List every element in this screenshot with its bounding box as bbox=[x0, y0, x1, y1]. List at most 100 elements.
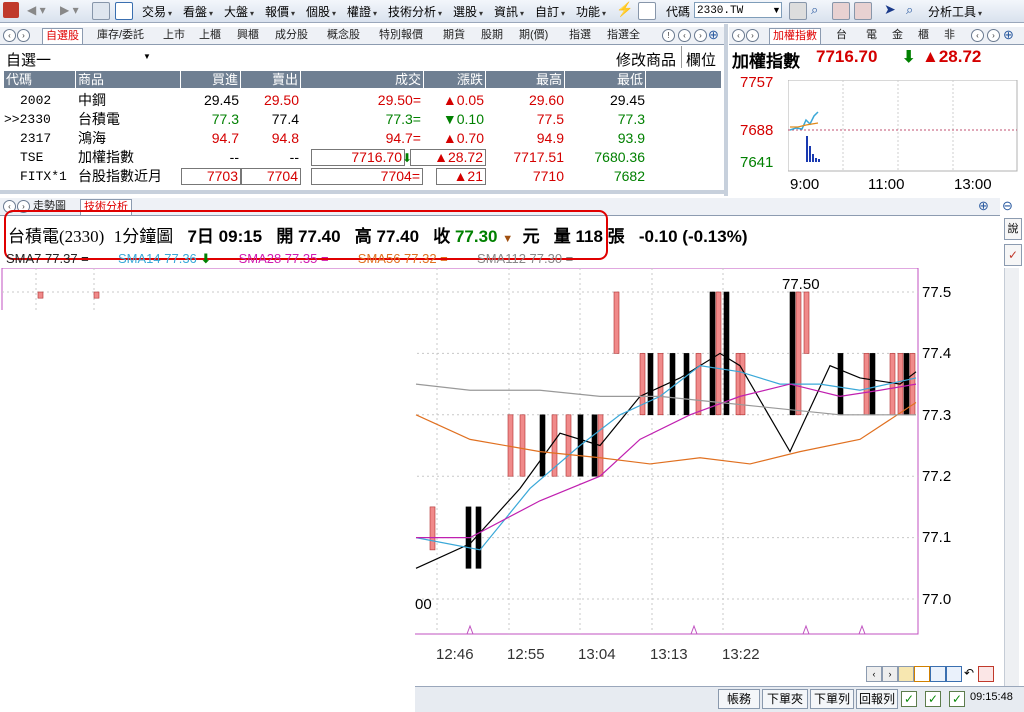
col-header-bid[interactable]: 買進 bbox=[181, 71, 241, 88]
window-icon[interactable] bbox=[115, 2, 133, 20]
vertical-scrollbar[interactable] bbox=[1004, 268, 1019, 686]
zoom-tool-icon[interactable] bbox=[930, 666, 946, 682]
chart-scroll-right-icon[interactable]: › bbox=[882, 666, 898, 682]
change-value: -0.10 (-0.13%) bbox=[638, 227, 748, 246]
panel-divider-vertical[interactable] bbox=[724, 24, 728, 196]
tab-scroll-left-icon[interactable]: ‹ bbox=[732, 29, 745, 42]
code-input[interactable]: 2330.TW bbox=[694, 2, 782, 18]
chart-scroll-left-icon[interactable]: ‹ bbox=[866, 666, 882, 682]
menu-stock[interactable]: 個股 ▾ bbox=[306, 3, 336, 20]
tab-otc-index[interactable]: 櫃 bbox=[915, 28, 932, 43]
tab-taiex[interactable]: 加權指數 bbox=[769, 28, 821, 44]
tab-index-options-all[interactable]: 指選全 bbox=[604, 28, 643, 43]
zoom-out-icon[interactable]: ⊖ bbox=[1002, 198, 1013, 214]
tab-electronics[interactable]: 電 bbox=[863, 28, 880, 43]
watchlist-dropdown-icon[interactable]: ▼ bbox=[143, 52, 151, 61]
report-bar-button[interactable]: 回報列 bbox=[856, 689, 898, 709]
col-header-low[interactable]: 最低 bbox=[565, 71, 646, 88]
col-header-last[interactable]: 成交 bbox=[301, 71, 424, 88]
search-icon[interactable]: ⌕ bbox=[811, 2, 818, 18]
tab-watchlist[interactable]: 自選股 bbox=[42, 28, 83, 44]
forward-icon[interactable]: ▶ ▾ bbox=[60, 3, 79, 17]
menu-watch[interactable]: 看盤 ▾ bbox=[183, 3, 213, 20]
account-button[interactable]: 帳務 bbox=[718, 689, 760, 709]
tab-next-icon[interactable]: › bbox=[694, 29, 707, 42]
tab-prev-icon[interactable]: ‹ bbox=[971, 29, 984, 42]
checkmark-icon[interactable]: ✓ bbox=[1004, 244, 1022, 266]
order-bar-button[interactable]: 下單列 bbox=[810, 689, 854, 709]
back-icon[interactable]: ◀ ▾ bbox=[27, 3, 46, 17]
menu-market[interactable]: 大盤 ▾ bbox=[224, 3, 254, 20]
indicator-tool-icon[interactable] bbox=[978, 666, 994, 682]
tab-finance[interactable]: 金 bbox=[889, 28, 906, 43]
zoom-in-icon[interactable]: ⊕ bbox=[1003, 27, 1014, 43]
alert-icon[interactable] bbox=[832, 2, 850, 20]
col-header-high[interactable]: 最高 bbox=[486, 71, 565, 88]
panel-divider[interactable] bbox=[0, 190, 724, 194]
notepad-icon[interactable] bbox=[638, 2, 656, 20]
tab-listed[interactable]: 上市 bbox=[160, 28, 188, 43]
table-row[interactable]: 2002 中鋼 29.45 29.50 29.50= ▲0.05 29.60 2… bbox=[4, 91, 722, 110]
tab-concept[interactable]: 概念股 bbox=[324, 28, 363, 43]
tab-non-electronic[interactable]: 非 bbox=[941, 28, 958, 43]
menu-screener[interactable]: 選股 ▾ bbox=[453, 3, 483, 20]
order-folder-button[interactable]: 下單夾 bbox=[762, 689, 808, 709]
menu-quote[interactable]: 報價 ▾ bbox=[265, 3, 295, 20]
table-row[interactable]: TSE 加權指數 -- -- 7716.70 ⬇ ▲28.72 7717.51 … bbox=[4, 148, 722, 167]
menu-info[interactable]: 資訊 ▾ bbox=[494, 3, 524, 20]
tab-emerging[interactable]: 興櫃 bbox=[234, 28, 262, 43]
tab-futures[interactable]: 期貨 bbox=[440, 28, 468, 43]
tab-otc[interactable]: 上櫃 bbox=[196, 28, 224, 43]
menu-trade[interactable]: 交易 ▾ bbox=[142, 3, 172, 20]
table-row[interactable]: >>2330 台積電 77.3 77.4 77.3= ▼0.10 77.5 77… bbox=[4, 110, 722, 129]
tab-index-options[interactable]: 指選 bbox=[566, 28, 594, 43]
row-low: 7680.36 bbox=[594, 149, 645, 165]
lightning-icon[interactable]: ⚡ bbox=[616, 1, 633, 18]
print-icon[interactable] bbox=[92, 2, 110, 20]
analysis-tools-menu[interactable]: 分析工具 ▾ bbox=[928, 3, 982, 20]
tab-futures-price[interactable]: 期(價) bbox=[516, 28, 551, 43]
tab-components[interactable]: 成分股 bbox=[272, 28, 311, 43]
col-header-change[interactable]: 漲跌 bbox=[424, 71, 486, 88]
table-row[interactable]: FITX*1 台股指數近月 7703 7704 7704= ▲21 7710 7… bbox=[4, 167, 722, 186]
col-header-name[interactable]: 商品 bbox=[76, 71, 181, 88]
tab-inventory[interactable]: 庫存/委託 bbox=[94, 28, 147, 43]
tag-icon[interactable] bbox=[854, 2, 872, 20]
fit-tool-icon[interactable] bbox=[946, 666, 962, 682]
checkbox[interactable]: ✓ bbox=[925, 691, 941, 707]
pointer-icon[interactable]: ➤ bbox=[884, 1, 896, 18]
tab-more-icon[interactable]: ! bbox=[662, 29, 675, 42]
checkbox[interactable]: ✓ bbox=[949, 691, 965, 707]
tab-prev-icon[interactable]: ‹ bbox=[678, 29, 691, 42]
tab-scroll-right-icon[interactable]: › bbox=[746, 29, 759, 42]
tab-scroll-left-icon[interactable]: ‹ bbox=[3, 29, 16, 42]
analysis-tools-icon[interactable]: ⌕ bbox=[906, 2, 913, 18]
tab-tw[interactable]: 台 bbox=[833, 28, 850, 43]
row-change: ▲0.05 bbox=[442, 92, 484, 108]
tab-stock-futures[interactable]: 股期 bbox=[478, 28, 506, 43]
checkbox[interactable]: ✓ bbox=[901, 691, 917, 707]
watchlist-name[interactable]: 自選一 bbox=[6, 49, 51, 70]
tab-scroll-right-icon[interactable]: › bbox=[17, 29, 30, 42]
edit-products-button[interactable]: 修改商品 bbox=[616, 49, 676, 70]
code-dropdown-icon[interactable]: ▼ bbox=[772, 5, 781, 15]
menu-custom[interactable]: 自訂 ▾ bbox=[535, 3, 565, 20]
side-panel-button[interactable]: 說 bbox=[1004, 218, 1022, 240]
home-icon[interactable] bbox=[3, 2, 19, 18]
zoom-in-icon[interactable]: ⊕ bbox=[708, 27, 719, 43]
table-row[interactable]: 2317 鴻海 94.7 94.8 94.7= ▲0.70 94.9 93.9 bbox=[4, 129, 722, 148]
col-header-ask[interactable]: 賣出 bbox=[241, 71, 301, 88]
undo-icon[interactable]: ↶ bbox=[962, 666, 976, 680]
zoom-in-icon[interactable]: ⊕ bbox=[978, 198, 989, 214]
menu-warrant[interactable]: 權證 ▾ bbox=[347, 3, 377, 20]
draw-tool-icon[interactable] bbox=[898, 666, 914, 682]
keyboard-icon[interactable] bbox=[789, 2, 807, 20]
col-header-code[interactable]: 代碼 bbox=[4, 71, 76, 88]
tab-next-icon[interactable]: › bbox=[987, 29, 1000, 42]
menu-function[interactable]: 功能 ▾ bbox=[576, 3, 606, 20]
columns-button[interactable]: 欄位 bbox=[686, 49, 716, 70]
tab-special-quote[interactable]: 特別報價 bbox=[376, 28, 426, 43]
menu-technical[interactable]: 技術分析 ▾ bbox=[388, 3, 442, 20]
crosshair-tool-icon[interactable] bbox=[914, 666, 930, 682]
candle bbox=[539, 414, 546, 477]
